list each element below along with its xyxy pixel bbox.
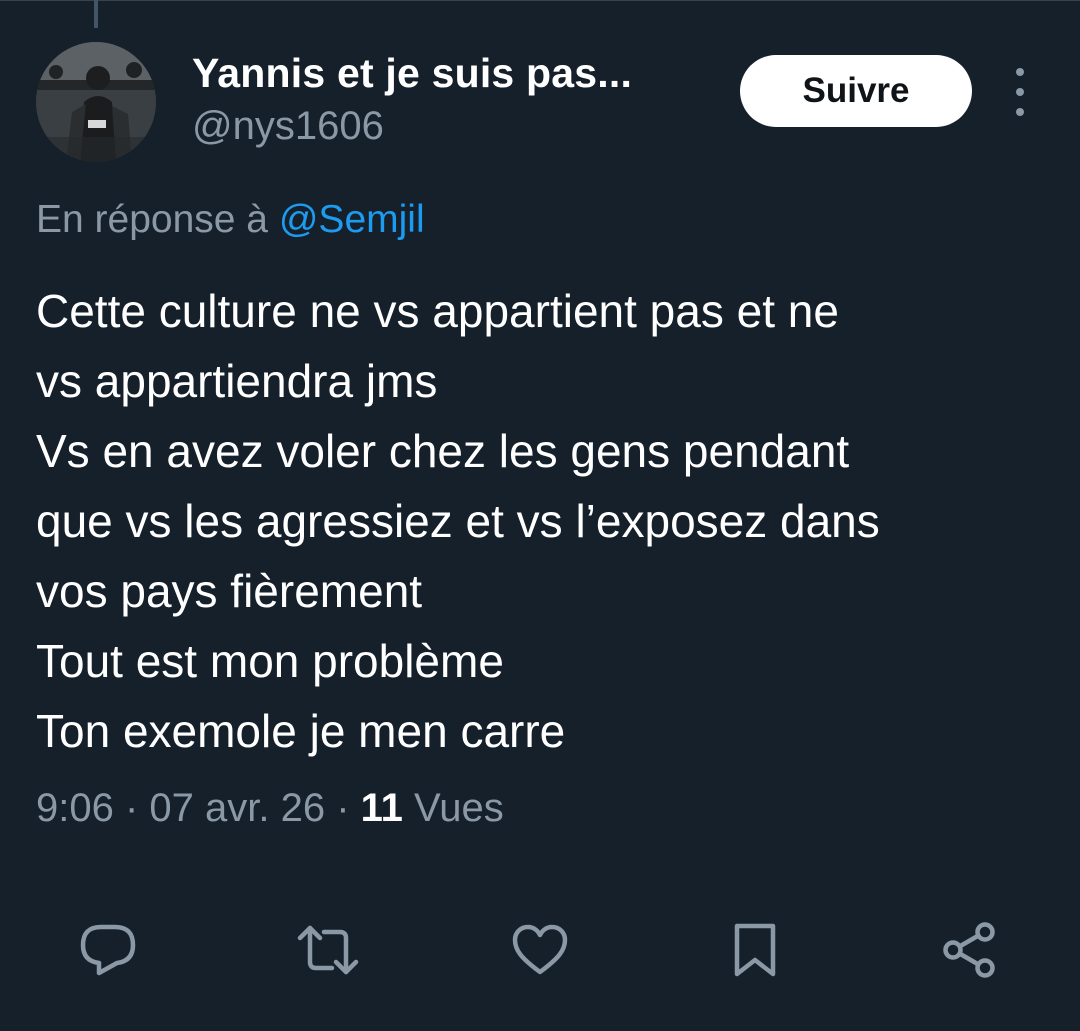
meta-separator: ·	[325, 786, 361, 830]
reply-mention-link[interactable]: @Semjil	[279, 198, 425, 241]
tweet-line: Ton exemole je men carre	[36, 705, 566, 757]
share-button[interactable]	[935, 910, 1005, 990]
tweet-line: vos pays fièrement	[36, 565, 423, 617]
reply-context-prefix: En réponse à	[36, 198, 279, 241]
thread-connector-line	[94, 0, 98, 28]
author-display-name[interactable]: Yannis et je suis pas...	[192, 50, 632, 97]
author-handle[interactable]: @nys1606	[192, 104, 384, 149]
reply-icon	[80, 924, 136, 976]
tweet-line: Cette culture ne vs appartient pas et ne	[36, 285, 839, 337]
views-label: Vues	[402, 786, 504, 830]
action-bar	[0, 910, 1080, 990]
views-count[interactable]: 11	[361, 786, 403, 830]
tweet-line: Vs en avez voler chez les gens pendant	[36, 425, 850, 477]
retweet-icon	[297, 925, 359, 975]
tweet-date[interactable]: 07 avr. 26	[149, 786, 325, 830]
more-dot	[1016, 88, 1024, 96]
reply-context: En réponse à @Semjil	[36, 198, 425, 242]
top-divider	[0, 0, 1080, 1]
follow-button[interactable]: Suivre	[740, 55, 972, 127]
more-vertical-icon	[1016, 68, 1024, 76]
like-button[interactable]	[505, 910, 575, 990]
bookmark-button[interactable]	[720, 910, 790, 990]
meta-separator: ·	[113, 786, 150, 830]
tweet-meta: 9:06 · 07 avr. 26 · 11 Vues	[36, 786, 504, 831]
retweet-button[interactable]	[293, 910, 363, 990]
tweet-time[interactable]: 9:06	[36, 786, 114, 830]
more-options-button[interactable]	[1000, 68, 1040, 116]
bookmark-icon	[734, 923, 776, 977]
heart-icon	[512, 924, 568, 975]
avatar-photo	[36, 42, 156, 162]
tweet-text: Cette culture ne vs appartient pas et ne…	[36, 276, 1046, 766]
tweet-line: que vs les agressiez et vs l’exposez dan…	[36, 495, 880, 547]
tweet-line: Tout est mon problème	[36, 635, 504, 687]
share-icon	[943, 922, 995, 978]
tweet-line: vs appartiendra jms	[36, 355, 438, 407]
reply-button[interactable]	[73, 910, 143, 990]
avatar[interactable]	[36, 42, 156, 162]
more-dot	[1016, 108, 1024, 116]
